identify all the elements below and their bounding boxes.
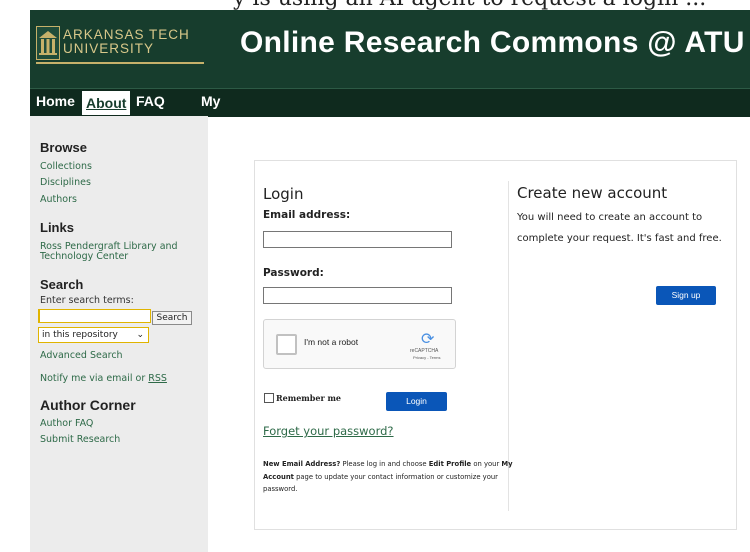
email-field[interactable] — [263, 231, 452, 248]
email-label: Email address: — [263, 209, 351, 221]
sidebar-link-authors[interactable]: Authors — [40, 194, 77, 205]
sidebar: Browse Collections Disciplines Authors L… — [30, 116, 208, 552]
sidebar-link-library-line2[interactable]: Technology Center — [40, 251, 128, 262]
author-corner-heading: Author Corner — [40, 397, 136, 413]
search-prompt: Enter search terms: — [40, 295, 134, 306]
signup-button[interactable]: Sign up — [656, 286, 716, 305]
remember-me-checkbox[interactable] — [264, 393, 274, 403]
login-title: Login — [263, 185, 304, 203]
nav-my-account[interactable]: My — [201, 93, 220, 109]
sidebar-link-author-faq[interactable]: Author FAQ — [40, 418, 93, 429]
forgot-password-link[interactable]: Forget your password? — [263, 424, 394, 438]
links-heading: Links — [40, 220, 74, 235]
search-button[interactable]: Search — [152, 311, 192, 325]
create-account-text: You will need to create an account to co… — [517, 212, 722, 244]
note-text-3: page to update your contact information … — [263, 472, 498, 494]
advanced-search-link[interactable]: Advanced Search — [40, 350, 123, 361]
search-input[interactable] — [38, 309, 151, 323]
search-heading: Search — [40, 277, 84, 292]
recaptcha-checkbox[interactable] — [276, 334, 297, 355]
nav-home[interactable]: Home — [36, 93, 75, 109]
recaptcha-widget: I'm not a robot ⟳ reCAPTCHA Privacy - Te… — [263, 319, 456, 369]
search-scope-select[interactable]: in this repository ⌄ — [38, 327, 149, 343]
recaptcha-label: I'm not a robot — [304, 337, 359, 347]
password-field[interactable] — [263, 287, 452, 304]
recaptcha-brand: reCAPTCHA — [410, 348, 439, 354]
notify-line: Notify me via email or RSS — [40, 373, 167, 384]
chevron-down-icon: ⌄ — [136, 330, 144, 340]
note-text-2: on your — [471, 460, 502, 468]
university-logo[interactable]: ARKANSAS TECH UNIVERSITY — [36, 26, 204, 64]
partial-top-text: y is using an AI agent to request a logi… — [30, 0, 750, 10]
sidebar-link-disciplines[interactable]: Disciplines — [40, 177, 91, 188]
logo-building-icon — [36, 26, 60, 60]
password-label: Password: — [263, 267, 324, 279]
rss-link[interactable]: RSS — [148, 373, 167, 384]
site-title[interactable]: Online Research Commons @ ATU — [240, 26, 745, 60]
search-scope-value: in this repository — [42, 330, 118, 340]
create-account-title: Create new account — [517, 184, 668, 202]
nav-faq[interactable]: FAQ — [136, 93, 165, 109]
note-bold-edit-profile: Edit Profile — [428, 460, 472, 468]
login-button[interactable]: Login — [386, 392, 447, 411]
logo-text-line1: ARKANSAS TECH — [63, 27, 190, 42]
recaptcha-terms[interactable]: Privacy - Terms — [413, 355, 440, 360]
sidebar-link-collections[interactable]: Collections — [40, 161, 92, 172]
site-header: ARKANSAS TECH UNIVERSITY Online Research… — [30, 10, 750, 88]
note-text-1: Please log in and choose — [340, 460, 429, 468]
logo-text-line2: UNIVERSITY — [63, 41, 155, 56]
account-note: New Email Address? Please log in and cho… — [263, 458, 513, 496]
logo-underline — [36, 62, 204, 64]
main-nav: Home About FAQ My — [30, 88, 750, 117]
note-bold-new-email: New Email Address? — [263, 460, 341, 468]
login-panel: Login Email address: Password: I'm not a… — [254, 160, 737, 530]
remember-me-label[interactable]: Remember me — [276, 393, 341, 403]
nav-about[interactable]: About — [82, 91, 131, 115]
browse-heading: Browse — [40, 140, 87, 155]
notify-text[interactable]: Notify me via email or — [40, 373, 148, 384]
sidebar-link-submit-research[interactable]: Submit Research — [40, 434, 120, 445]
recaptcha-logo-icon: ⟳ — [421, 329, 435, 348]
